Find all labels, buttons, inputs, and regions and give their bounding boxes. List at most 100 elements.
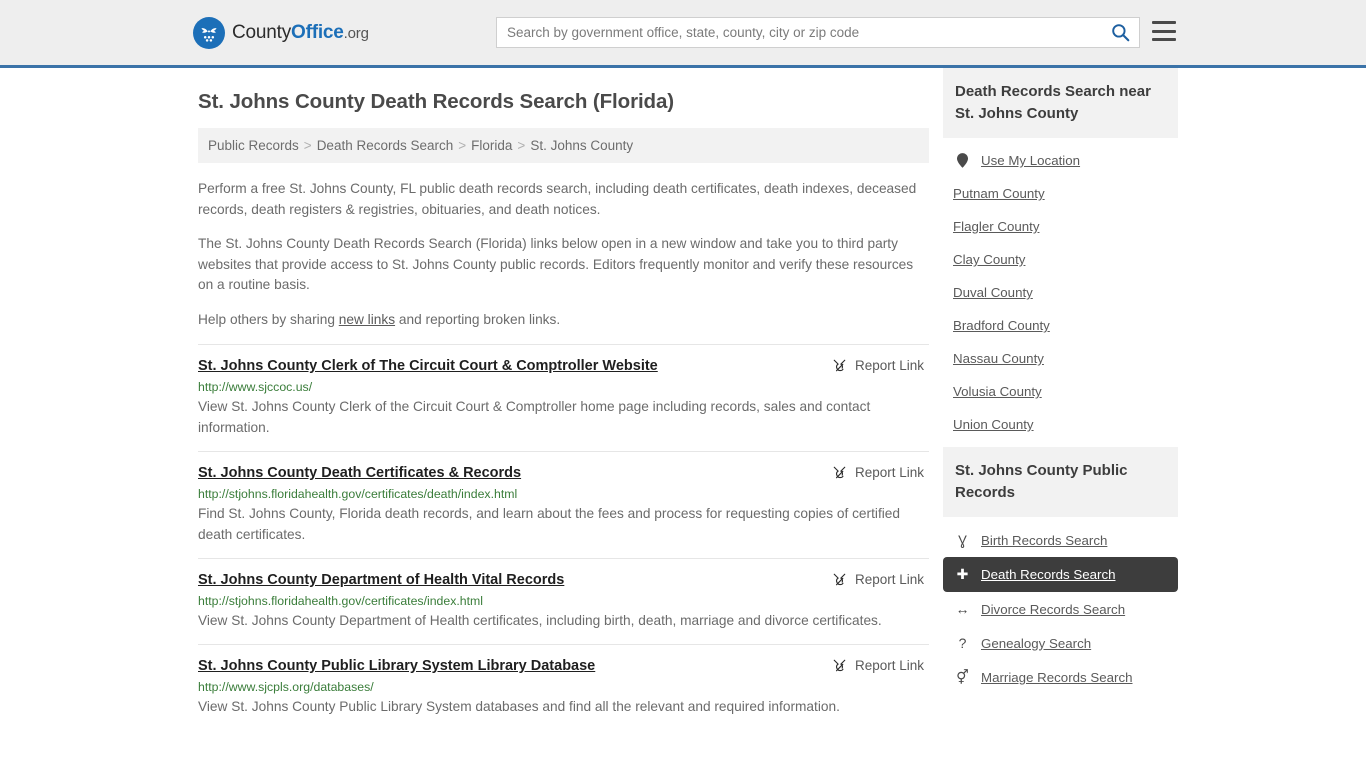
cross-icon: ✚ xyxy=(956,566,969,582)
report-link-button[interactable]: Report Link xyxy=(832,571,929,587)
nearby-panel-heading: Death Records Search near St. Johns Coun… xyxy=(943,68,1178,138)
intro-paragraph-2: The St. Johns County Death Records Searc… xyxy=(198,236,914,292)
nearby-item-flagler-county[interactable]: Flagler County xyxy=(943,210,1178,243)
result-url: http://www.sjcpls.org/databases/ xyxy=(198,680,374,694)
result-item: St. Johns County Clerk of The Circuit Co… xyxy=(198,344,929,451)
sidebar: Death Records Search near St. Johns Coun… xyxy=(943,68,1178,701)
broken-link-icon xyxy=(833,573,846,586)
result-description: Find St. Johns County, Florida death rec… xyxy=(198,506,901,542)
report-link-button[interactable]: Report Link xyxy=(832,657,929,673)
result-description: View St. Johns County Public Library Sys… xyxy=(198,699,840,714)
intro-p3-before: Help others by sharing xyxy=(198,311,339,327)
breadcrumb-separator-2: > xyxy=(517,138,526,153)
records-item-label: Death Records Search xyxy=(981,567,1116,582)
hamburger-menu-icon[interactable] xyxy=(1152,21,1176,41)
map-pin-icon xyxy=(953,153,972,168)
report-link-button[interactable]: Report Link xyxy=(832,357,929,373)
male-female-icon: ⚥ xyxy=(956,669,969,685)
nearby-item-putnam-county[interactable]: Putnam County xyxy=(943,177,1178,210)
breadcrumb-item-0[interactable]: Public Records xyxy=(208,138,299,153)
eagle-logo-icon xyxy=(193,17,225,49)
report-link-label: Report Link xyxy=(854,572,924,587)
nearby-item-label: Nassau County xyxy=(953,351,1044,366)
result-header: St. Johns County Death Certificates & Re… xyxy=(198,464,929,483)
report-link-label: Report Link xyxy=(854,465,924,480)
nearby-item-label: Use My Location xyxy=(981,153,1081,168)
records-item-label: Marriage Records Search xyxy=(981,670,1133,685)
result-header: St. Johns County Clerk of The Circuit Co… xyxy=(198,357,929,376)
result-title-link[interactable]: St. Johns County Clerk of The Circuit Co… xyxy=(198,357,658,376)
nearby-item-label: Union County xyxy=(953,417,1034,432)
result-header: St. Johns County Public Library System L… xyxy=(198,657,929,676)
page-title: St. Johns County Death Records Search (F… xyxy=(198,90,674,113)
breadcrumb-item-3[interactable]: St. Johns County xyxy=(530,138,633,153)
main-content: St. Johns County Death Records Search (F… xyxy=(198,68,929,730)
site-header: CountyOffice.org xyxy=(0,0,1366,68)
broken-link-icon xyxy=(833,659,846,672)
breadcrumb: Public Records > Death Records Search > Flor… xyxy=(198,128,929,163)
records-item-label: Birth Records Search xyxy=(981,532,1108,548)
search-icon xyxy=(1111,24,1129,42)
result-title-link[interactable]: St. Johns County Department of Health Vi… xyxy=(198,571,564,590)
nearby-item-use-my-location[interactable]: Use My Location xyxy=(943,144,1178,177)
site-logo-text: CountyOffice.org xyxy=(232,22,369,44)
result-item: St. Johns County Public Library System L… xyxy=(198,644,929,730)
result-title-link[interactable]: St. Johns County Death Certificates & Re… xyxy=(198,464,521,483)
public-records-list: Ɣ Birth Records Search ✚ Death Records Sear… xyxy=(943,517,1178,695)
search-input[interactable] xyxy=(497,18,1101,47)
intro-paragraph-1: Perform a free St. Johns County, FL publ… xyxy=(198,181,917,217)
result-url: http://stjohns.floridahealth.gov/certifi… xyxy=(198,594,484,608)
nearby-item-duval-county[interactable]: Duval County xyxy=(943,276,1178,309)
result-url: http://www.sjccoc.us/ xyxy=(198,380,313,394)
nearby-item-bradford-county[interactable]: Bradford County xyxy=(943,309,1178,342)
nearby-item-label: Volusia County xyxy=(953,384,1042,399)
public-records-panel: St. Johns County Public Records Ɣ Birth R… xyxy=(943,447,1178,695)
search-bar[interactable] xyxy=(496,17,1140,48)
result-description: View St. Johns County Department of Heal… xyxy=(198,613,882,628)
records-item-label: Genealogy Search xyxy=(981,635,1092,651)
nearby-item-union-county[interactable]: Union County xyxy=(943,408,1178,441)
broken-link-icon xyxy=(833,359,846,372)
nearby-item-volusia-county[interactable]: Volusia County xyxy=(943,375,1178,408)
report-link-button[interactable]: Report Link xyxy=(832,464,929,480)
nearby-panel: Death Records Search near St. Johns Coun… xyxy=(943,68,1178,441)
records-item-label: Divorce Records Search xyxy=(981,601,1126,617)
map-pin-icon xyxy=(957,153,968,168)
report-link-label: Report Link xyxy=(854,358,924,373)
nearby-item-label: Putnam County xyxy=(953,186,1045,201)
records-item-marriage-records-search[interactable]: ⚥ Marriage Records Search xyxy=(943,660,1178,695)
search-button[interactable] xyxy=(1101,18,1139,47)
nearby-item-label: Bradford County xyxy=(953,318,1050,333)
intro-text: Perform a free St. Johns County, FL publ… xyxy=(198,179,929,330)
public-records-panel-heading: St. Johns County Public Records xyxy=(943,447,1178,517)
logo-text-office: Office xyxy=(291,22,344,43)
nearby-item-label: Clay County xyxy=(953,252,1026,267)
records-item-death-records-search[interactable]: ✚ Death Records Search xyxy=(943,557,1178,592)
result-url: http://stjohns.floridahealth.gov/certifi… xyxy=(198,487,518,501)
nearby-item-nassau-county[interactable]: Nassau County xyxy=(943,342,1178,375)
result-description: View St. Johns County Clerk of the Circu… xyxy=(198,399,871,435)
records-item-divorce-records-search[interactable]: ↔ Divorce Records Search xyxy=(943,592,1178,626)
left-right-arrow-icon: ↔ xyxy=(955,601,970,617)
report-link-label: Report Link xyxy=(854,658,924,673)
site-logo[interactable]: CountyOffice.org xyxy=(193,17,369,49)
baby-icon: Ɣ xyxy=(958,532,967,548)
question-mark-icon: ? xyxy=(958,635,967,651)
result-title-link[interactable]: St. Johns County Public Library System L… xyxy=(198,657,595,676)
hamburger-bar-3 xyxy=(1152,38,1176,41)
nearby-item-clay-county[interactable]: Clay County xyxy=(943,243,1178,276)
records-item-birth-records-search[interactable]: Ɣ Birth Records Search xyxy=(943,523,1178,557)
breadcrumb-item-1[interactable]: Death Records Search xyxy=(317,138,454,153)
nearby-item-label: Flagler County xyxy=(953,219,1040,234)
result-item: St. Johns County Department of Health Vi… xyxy=(198,558,929,644)
breadcrumb-item-2[interactable]: Florida xyxy=(471,138,512,153)
nearby-county-list: Use My Location Putnam County Flagler Coun… xyxy=(943,138,1178,441)
broken-link-icon xyxy=(833,466,846,479)
logo-text-org: .org xyxy=(343,25,369,42)
records-item-genealogy-search[interactable]: ? Genealogy Search xyxy=(943,626,1178,660)
result-item: St. Johns County Death Certificates & Re… xyxy=(198,451,929,558)
new-links-link[interactable]: new links xyxy=(339,312,395,327)
results-list: St. Johns County Clerk of The Circuit Co… xyxy=(198,344,929,730)
page-body: St. Johns County Death Records Search (F… xyxy=(0,68,1366,730)
intro-p3-after: and reporting broken links. xyxy=(395,311,561,327)
